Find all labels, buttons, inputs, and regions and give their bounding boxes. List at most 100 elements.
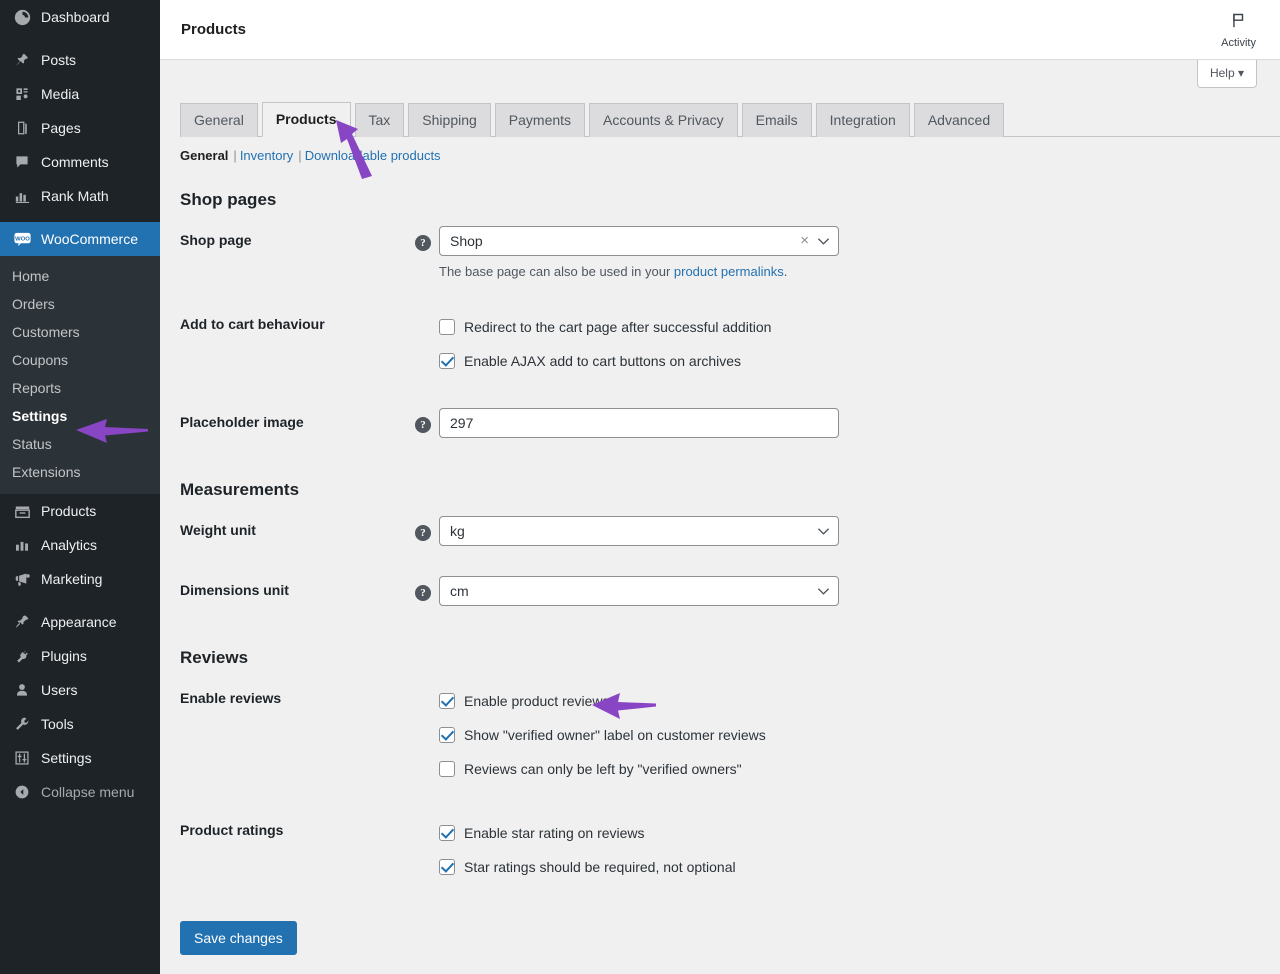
sidebar-subitem-extensions[interactable]: Extensions xyxy=(0,458,160,486)
sidebar-subitem-coupons[interactable]: Coupons xyxy=(0,346,160,374)
sidebar-item-users[interactable]: Users xyxy=(0,673,160,707)
section-title-measurements: Measurements xyxy=(180,479,1260,501)
sidebar-item-pages[interactable]: Pages xyxy=(0,111,160,145)
sidebar-item-posts[interactable]: Posts xyxy=(0,43,160,77)
tab-payments[interactable]: Payments xyxy=(495,103,585,137)
checkbox-row-enable-star-rating[interactable]: Enable star rating on reviews xyxy=(439,816,1250,850)
weight-unit-select[interactable]: kg xyxy=(439,516,839,546)
plugins-icon xyxy=(12,646,32,666)
megaphone-icon xyxy=(12,569,32,589)
help-button[interactable]: Help ▾ xyxy=(1197,60,1257,88)
sidebar-item-label: Marketing xyxy=(41,570,102,588)
sidebar-item-label: Tools xyxy=(41,715,74,733)
sidebar-item-tools[interactable]: Tools xyxy=(0,707,160,741)
tools-icon xyxy=(12,714,32,734)
checkbox-row-reviews-verified-owners-only[interactable]: Reviews can only be left by "verified ow… xyxy=(439,752,1250,786)
sidebar-item-marketing[interactable]: Marketing xyxy=(0,562,160,596)
sidebar-item-plugins[interactable]: Plugins xyxy=(0,639,160,673)
sidebar-item-dashboard[interactable]: Dashboard xyxy=(0,0,160,34)
checkbox-row-enable-ajax-add-to-cart[interactable]: Enable AJAX add to cart buttons on archi… xyxy=(439,344,1250,378)
users-icon xyxy=(12,680,32,700)
sidebar-subitem-orders[interactable]: Orders xyxy=(0,290,160,318)
collapse-menu-button[interactable]: Collapse menu xyxy=(0,775,160,809)
checkbox-row-star-ratings-required[interactable]: Star ratings should be required, not opt… xyxy=(439,850,1250,884)
sidebar-item-comments[interactable]: Comments xyxy=(0,145,160,179)
woocommerce-icon: WOO xyxy=(12,229,32,249)
sidebar-item-settings[interactable]: Settings xyxy=(0,741,160,775)
sidebar-divider xyxy=(0,34,160,43)
save-changes-button[interactable]: Save changes xyxy=(180,921,297,955)
sidebar-item-rank-math[interactable]: Rank Math xyxy=(0,179,160,213)
tab-general[interactable]: General xyxy=(180,103,258,137)
dimensions-unit-value: cm xyxy=(450,577,817,605)
checkbox-reviews-verified-owners-only[interactable] xyxy=(439,761,455,777)
sidebar-item-media[interactable]: Media xyxy=(0,77,160,111)
sidebar-item-woocommerce[interactable]: WOO WooCommerce xyxy=(0,222,160,256)
sidebar-divider xyxy=(0,596,160,605)
shop-page-select[interactable]: Shop × xyxy=(439,226,839,256)
row-add-to-cart-behaviour: Add to cart behaviour Redirect to the ca… xyxy=(180,295,1260,393)
comment-icon xyxy=(12,152,32,172)
settings-icon xyxy=(12,748,32,768)
product-permalinks-link[interactable]: product permalinks xyxy=(674,264,784,279)
question-icon[interactable]: ? xyxy=(415,417,431,433)
activity-button[interactable]: Activity xyxy=(1221,11,1256,49)
admin-screen: Dashboard Posts Media Pages Comment xyxy=(0,0,1280,974)
tab-integration[interactable]: Integration xyxy=(816,103,910,137)
svg-text:WOO: WOO xyxy=(15,236,30,242)
checkbox-star-ratings-required[interactable] xyxy=(439,859,455,875)
settings-tabs: General Products Tax Shipping Payments A… xyxy=(180,102,1280,137)
tab-products[interactable]: Products xyxy=(262,102,351,137)
question-icon[interactable]: ? xyxy=(415,585,431,601)
sidebar-item-label: Rank Math xyxy=(41,187,109,205)
tab-tax[interactable]: Tax xyxy=(355,103,405,137)
checkbox-enable-star-rating[interactable] xyxy=(439,825,455,841)
checkbox-label: Enable product reviews xyxy=(464,692,610,710)
tab-emails[interactable]: Emails xyxy=(742,103,812,137)
help-button-label: Help xyxy=(1210,66,1235,80)
subnav-downloadable-products[interactable]: Downloadable products xyxy=(305,148,441,163)
sidebar-item-label: Settings xyxy=(41,749,92,767)
checkbox-label: Enable star rating on reviews xyxy=(464,824,645,842)
shop-page-value: Shop xyxy=(450,227,800,255)
sidebar-item-label: Dashboard xyxy=(41,8,110,26)
label-product-ratings: Product ratings xyxy=(180,801,415,899)
sidebar-subitem-status[interactable]: Status xyxy=(0,430,160,458)
checkbox-row-enable-product-reviews[interactable]: Enable product reviews xyxy=(439,684,1250,718)
dimensions-unit-select[interactable]: cm xyxy=(439,576,839,606)
checkbox-label: Star ratings should be required, not opt… xyxy=(464,858,736,876)
row-shop-page: Shop page ? Shop × xyxy=(180,211,1260,295)
settings-form: Shop pages Shop page ? Shop × xyxy=(160,189,1280,955)
sidebar-subitem-settings[interactable]: Settings xyxy=(0,402,160,430)
sidebar-subitem-reports[interactable]: Reports xyxy=(0,374,160,402)
help-row: Help ▾ xyxy=(160,60,1280,102)
subnav-inventory[interactable]: Inventory xyxy=(240,148,293,163)
sidebar-item-label: Plugins xyxy=(41,647,87,665)
chevron-down-icon xyxy=(817,526,830,536)
desc-prefix: The base page can also be used in your xyxy=(439,264,674,279)
tab-shipping[interactable]: Shipping xyxy=(408,103,491,137)
sidebar-item-appearance[interactable]: Appearance xyxy=(0,605,160,639)
sidebar-item-label: Pages xyxy=(41,119,81,137)
placeholder-image-input[interactable] xyxy=(439,408,839,438)
clear-icon[interactable]: × xyxy=(800,234,809,248)
question-icon[interactable]: ? xyxy=(415,525,431,541)
sidebar-item-analytics[interactable]: Analytics xyxy=(0,528,160,562)
checkbox-enable-product-reviews[interactable] xyxy=(439,693,455,709)
checkbox-enable-ajax-add-to-cart[interactable] xyxy=(439,353,455,369)
checkbox-redirect-to-cart[interactable] xyxy=(439,319,455,335)
activity-label: Activity xyxy=(1221,37,1256,49)
chevron-down-icon xyxy=(817,586,830,596)
tab-accounts-privacy[interactable]: Accounts & Privacy xyxy=(589,103,738,137)
label-enable-reviews: Enable reviews xyxy=(180,669,415,801)
question-icon[interactable]: ? xyxy=(415,235,431,251)
tab-advanced[interactable]: Advanced xyxy=(914,103,1004,137)
checkbox-row-redirect-to-cart[interactable]: Redirect to the cart page after successf… xyxy=(439,310,1250,344)
chevron-down-icon xyxy=(817,236,830,246)
subnav-general[interactable]: General xyxy=(180,148,228,163)
sidebar-subitem-customers[interactable]: Customers xyxy=(0,318,160,346)
sidebar-subitem-home[interactable]: Home xyxy=(0,262,160,290)
checkbox-show-verified-owner-label[interactable] xyxy=(439,727,455,743)
sidebar-item-products[interactable]: Products xyxy=(0,494,160,528)
checkbox-row-show-verified-owner-label[interactable]: Show "verified owner" label on customer … xyxy=(439,718,1250,752)
